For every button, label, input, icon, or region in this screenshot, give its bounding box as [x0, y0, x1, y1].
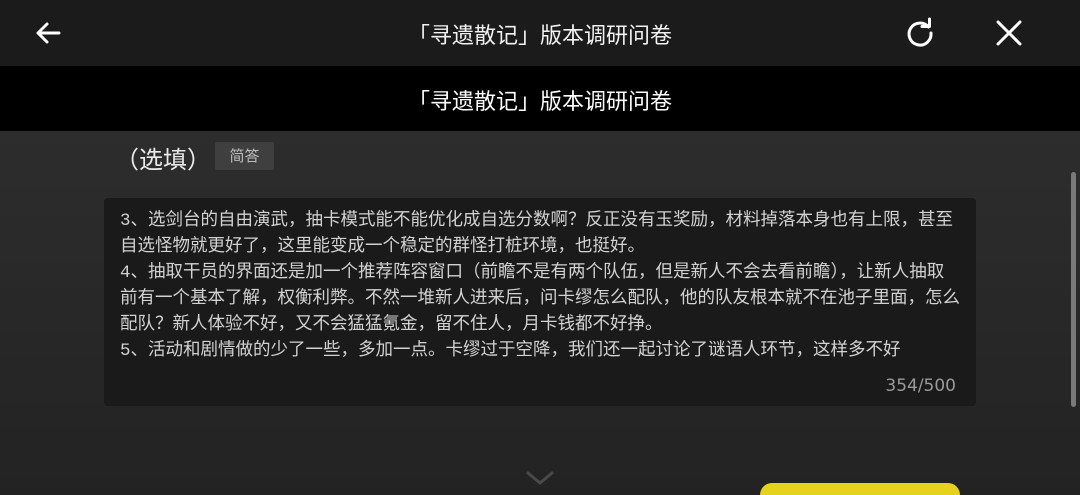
- refresh-icon: [907, 17, 933, 47]
- refresh-button[interactable]: [900, 13, 940, 53]
- chevron-down-icon[interactable]: [522, 467, 558, 489]
- answer-textarea[interactable]: 3、选剑台的自由演武，抽卡模式能不能优化成自选分数啊？反正没有玉奖励，材料掉落本…: [104, 198, 976, 406]
- survey-header: 「寻遗散记」版本调研问卷: [0, 66, 1080, 131]
- survey-title: 「寻遗散记」版本调研问卷: [407, 90, 672, 115]
- top-bar: 「寻遗散记」版本调研问卷: [0, 0, 1080, 66]
- close-icon: [996, 20, 1022, 46]
- answer-text[interactable]: 3、选剑台的自由演武，抽卡模式能不能优化成自选分数啊？反正没有玉奖励，材料掉落本…: [120, 208, 960, 376]
- scrollbar[interactable]: [1071, 172, 1076, 407]
- question-optional-label: （选填）: [115, 146, 211, 174]
- char-counter: 354/500: [885, 376, 956, 396]
- survey-content[interactable]: （选填） 简答 3、选剑台的自由演武，抽卡模式能不能优化成自选分数啊？反正没有玉…: [0, 131, 1080, 495]
- close-button[interactable]: [989, 13, 1029, 53]
- next-button[interactable]: [760, 483, 960, 495]
- question-type-tag: 简答: [215, 142, 274, 170]
